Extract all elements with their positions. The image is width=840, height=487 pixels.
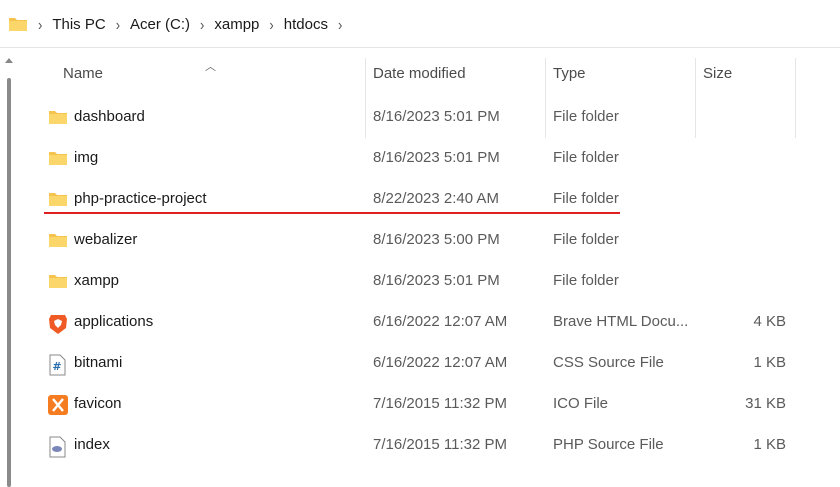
php-file-icon [48,436,68,458]
file-name: dashboard [74,108,145,125]
file-type: File folder [553,272,619,289]
file-row[interactable]: xampp 8/16/2023 5:01 PM File folder [0,260,800,301]
file-type: ICO File [553,395,609,412]
column-header: ︿ Name Date modified Type Size [0,48,800,138]
file-name: img [74,149,99,166]
file-size: 1 KB [753,354,786,371]
file-row[interactable]: index 7/16/2015 11:32 PM PHP Source File… [0,424,800,465]
file-row[interactable]: dashboard 8/16/2023 5:01 PM File folder [0,96,800,137]
file-date: 8/22/2023 2:40 AM [373,190,499,207]
file-size: 4 KB [753,313,786,330]
file-date: 7/16/2015 11:32 PM [373,436,507,453]
file-type: PHP Source File [553,436,664,453]
file-row[interactable]: # bitnami 6/16/2022 12:07 AM CSS Source … [0,342,800,383]
chevron-right-icon[interactable]: › [338,15,342,33]
breadcrumb: › This PC › Acer (C:) › xampp › htdocs › [8,12,352,36]
folder-icon [48,231,68,251]
file-name: favicon [74,395,122,412]
file-date: 8/16/2023 5:01 PM [373,272,500,289]
file-date: 6/16/2022 12:07 AM [373,354,508,371]
folder-icon [48,190,68,210]
file-row[interactable]: favicon 7/16/2015 11:32 PM ICO File 31 K… [0,383,800,424]
xampp-ico-icon [48,395,68,415]
file-name: bitnami [74,354,123,371]
highlight-underline [44,212,620,214]
file-type: File folder [553,231,619,248]
file-type: File folder [553,149,619,166]
file-type: Brave HTML Docu... [553,313,689,330]
file-name: applications [74,313,154,330]
breadcrumb-xampp[interactable]: xampp [214,16,259,33]
file-name: php-practice-project [74,190,207,207]
file-name: index [74,436,110,453]
file-name: xampp [74,272,120,289]
folder-icon [48,272,68,292]
file-date: 8/16/2023 5:01 PM [373,149,500,166]
svg-text:#: # [52,360,61,373]
brave-html-icon [48,313,68,334]
file-date: 8/16/2023 5:00 PM [373,231,500,248]
file-type: File folder [553,108,619,125]
column-name-header[interactable]: Name [63,48,103,98]
address-bar[interactable]: › This PC › Acer (C:) › xampp › htdocs › [0,0,840,48]
column-type-header[interactable]: Type [553,48,586,98]
file-date: 6/16/2022 12:07 AM [373,313,508,330]
breadcrumb-this-pc[interactable]: This PC [52,16,105,33]
chevron-right-icon[interactable]: › [269,15,273,33]
chevron-right-icon: › [38,15,43,33]
file-row[interactable]: applications 6/16/2022 12:07 AM Brave HT… [0,301,800,342]
file-type: CSS Source File [553,354,664,371]
file-row[interactable]: img 8/16/2023 5:01 PM File folder [0,137,800,178]
css-file-icon: # [48,354,68,376]
file-date: 7/16/2015 11:32 PM [373,395,507,412]
file-type: File folder [553,190,619,207]
breadcrumb-acer-c[interactable]: Acer (C:) [130,16,190,33]
file-size: 1 KB [753,436,786,453]
file-row[interactable]: webalizer 8/16/2023 5:00 PM File folder [0,219,800,260]
column-date-header[interactable]: Date modified [373,48,466,98]
breadcrumb-htdocs[interactable]: htdocs [284,16,328,33]
folder-icon [8,15,28,33]
column-size-header[interactable]: Size [703,48,732,98]
folder-icon [48,149,68,169]
folder-icon [48,108,68,128]
sort-ascending-icon: ︿ [205,61,216,73]
chevron-right-icon[interactable]: › [116,15,120,33]
file-date: 8/16/2023 5:01 PM [373,108,500,125]
file-size: 31 KB [745,395,786,412]
chevron-right-icon[interactable]: › [200,15,204,33]
file-name: webalizer [74,231,138,248]
